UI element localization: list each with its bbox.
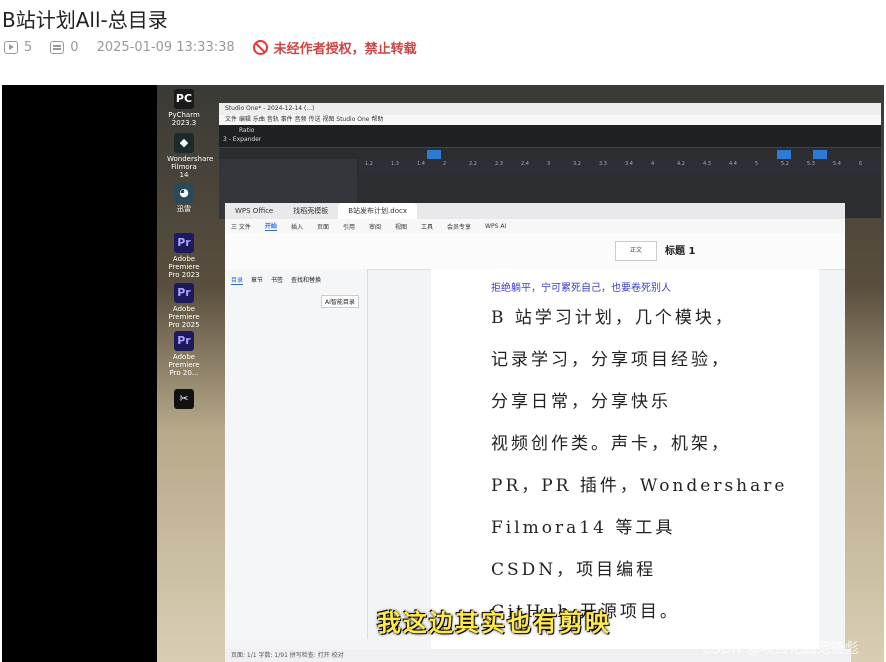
- ruler-mark: 3.2: [573, 161, 581, 167]
- capcut-icon: ✂: [174, 389, 194, 409]
- nav-tab[interactable]: 书签: [271, 275, 283, 285]
- wps-menu-item[interactable]: 视图: [395, 222, 407, 231]
- wps-menu-item[interactable]: 三 文件: [231, 222, 251, 231]
- desktop-shortcut-label: Adobe Premiere Pro 2025: [168, 305, 200, 329]
- ruler-mark: 6: [859, 161, 863, 167]
- ruler-mark: 3.3: [599, 161, 607, 167]
- premiere-icon: Pr: [174, 233, 194, 253]
- track-name: 3 - Expander: [223, 136, 262, 143]
- ruler-mark: 3.4: [625, 161, 633, 167]
- ruler-mark: 5.4: [833, 161, 841, 167]
- post-meta: 5 0 2025-01-09 13:33:38 未经作者授权，禁止转载: [4, 38, 417, 57]
- desktop-shortcut-label: 迅雷: [177, 205, 191, 213]
- ruler-mark: 2.4: [521, 161, 529, 167]
- ruler-mark: 5.3: [807, 161, 815, 167]
- desktop-shortcut[interactable]: Pr Adobe Premiere Pro 2025: [167, 283, 201, 329]
- desktop-screen: PC PyCharm 2023.3 ◆ Wondershare Filmora 14 ◕…: [157, 85, 884, 662]
- studio-control-bar: Ratio 3 - Expander: [219, 125, 881, 148]
- ruler-mark: 1.4: [417, 161, 425, 167]
- premiere-icon: Pr: [174, 283, 194, 303]
- desktop-shortcut-label: Wondershare Filmora 14: [167, 155, 214, 179]
- wps-tab[interactable]: B站发布计划.docx: [338, 203, 417, 219]
- ban-icon: [252, 40, 268, 55]
- style-normal[interactable]: 正文: [615, 241, 657, 261]
- wps-menu-item[interactable]: 工具: [421, 222, 433, 231]
- comment-count: 0: [70, 40, 79, 55]
- nav-tab[interactable]: 章节: [251, 275, 263, 285]
- desktop-shortcut-label: Adobe Premiere Pro 20...: [168, 353, 200, 377]
- nav-tabs: 目录 章节 书签 查找和替换: [225, 269, 367, 291]
- app-icon: ◕: [174, 183, 194, 203]
- ruler-mark: 1.3: [391, 161, 399, 167]
- comment-icon: [50, 41, 65, 54]
- ruler-mark: 2.3: [495, 161, 503, 167]
- ai-toc-button[interactable]: AI智能目录: [321, 295, 359, 308]
- desktop-shortcut[interactable]: ◆ Wondershare Filmora 14: [167, 133, 214, 179]
- video-player[interactable]: PC PyCharm 2023.3 ◆ Wondershare Filmora 14 ◕…: [2, 85, 884, 662]
- studio-title-bar: Studio One* - 2024-12-14 (...): [219, 103, 881, 115]
- studio-one-window: Studio One* - 2024-12-14 (...) 文件 编辑 乐曲 …: [219, 103, 881, 219]
- desktop-shortcut[interactable]: PC PyCharm 2023.3: [167, 89, 201, 127]
- desktop-shortcut[interactable]: ✂: [167, 389, 201, 411]
- view-count: 5: [24, 40, 33, 55]
- premiere-icon: Pr: [174, 331, 194, 351]
- desktop-shortcut[interactable]: ◕ 迅雷: [167, 183, 201, 213]
- wps-tab[interactable]: WPS Office: [225, 203, 283, 219]
- document-line: Filmora14 等工具: [491, 518, 676, 538]
- document-line: 分享日常，分享快乐: [491, 392, 671, 412]
- post-title: B站计划All-总目录: [2, 8, 168, 32]
- ruler-mark: 5: [755, 161, 759, 167]
- wps-window: WPS Office 找稻壳模板 B站发布计划.docx 三 文件 开始 插入 页面 引用 审…: [225, 203, 845, 662]
- wps-tab[interactable]: 找稻壳模板: [283, 203, 338, 219]
- nav-tab[interactable]: 查找和替换: [291, 275, 321, 285]
- document-page[interactable]: 拒绝躺平，宁可累死自己，也要卷死别人 B 站学习计划，几个模块， 记录学习，分享项…: [431, 269, 819, 649]
- ruler-mark: 3: [547, 161, 551, 167]
- ruler-mark: 2: [443, 161, 447, 167]
- wps-menu-item[interactable]: 引用: [343, 222, 355, 231]
- wps-menu-item[interactable]: 插入: [291, 222, 303, 231]
- wps-menu-item[interactable]: 审阅: [369, 222, 381, 231]
- wps-tab-bar: WPS Office 找稻壳模板 B站发布计划.docx: [225, 203, 845, 219]
- ruler-mark: 2.2: [469, 161, 477, 167]
- wps-menu-bar: 三 文件 开始 插入 页面 引用 审阅 视图 工具 会员专享 WPS AI: [225, 219, 845, 233]
- post-date: 2025-01-09 13:33:38: [96, 40, 235, 55]
- desktop-shortcut-label: Adobe Premiere Pro 2023: [168, 255, 200, 279]
- navigation-pane: 目录 章节 书签 查找和替换 AI智能目录: [225, 269, 368, 639]
- ruler-mark: 4.3: [703, 161, 711, 167]
- wps-ribbon: 正文 标题 1: [225, 233, 845, 270]
- ruler-mark: 5.2: [781, 161, 789, 167]
- motto-line: 拒绝躺平，宁可累死自己，也要卷死别人: [491, 283, 671, 294]
- ruler-mark: 4: [651, 161, 655, 167]
- document-line: CSDN，项目编程: [491, 560, 657, 580]
- desktop-shortcut-label: PyCharm 2023.3: [168, 111, 200, 127]
- preset-name: Ratio: [239, 127, 255, 134]
- ruler-mark: 1.2: [365, 161, 373, 167]
- video-subtitle: 我这边其实也有剪映: [377, 608, 611, 637]
- desktop-shortcut[interactable]: Pr Adobe Premiere Pro 20...: [167, 331, 201, 377]
- wps-menu-item[interactable]: 页面: [317, 222, 329, 231]
- timeline-ruler: 1.2 1.3 1.4 2 2.2 2.3 2.4 3 3.2 3.3 3.4 4 4.2 4.3 4.4 5…: [359, 159, 881, 173]
- ruler-mark: 4.2: [677, 161, 685, 167]
- wps-menu-item[interactable]: 会员专享: [447, 222, 471, 231]
- document-line: B 站学习计划，几个模块，: [491, 308, 735, 328]
- nav-tab[interactable]: 目录: [231, 275, 244, 285]
- pycharm-icon: PC: [174, 89, 194, 109]
- document-line: 记录学习，分享项目经验，: [491, 350, 731, 370]
- filmora-icon: ◆: [174, 133, 194, 153]
- wps-menu-item[interactable]: WPS AI: [485, 223, 506, 230]
- style-heading[interactable]: 标题 1: [665, 242, 695, 257]
- document-line: 视频创作类。声卡，机架，: [491, 434, 731, 454]
- copyright-notice: 未经作者授权，禁止转载: [273, 42, 417, 57]
- document-line: PR，PR 插件，Wondershare: [491, 476, 788, 496]
- ruler-mark: 4.4: [729, 161, 737, 167]
- desktop-shortcut[interactable]: Pr Adobe Premiere Pro 2023: [167, 233, 201, 279]
- wps-menu-item[interactable]: 开始: [264, 221, 277, 231]
- studio-menu-bar: 文件 编辑 乐曲 音轨 事件 音频 传送 视图 Studio One 帮助: [219, 115, 881, 125]
- csdn-watermark: CSDN @项目花园范德彪: [702, 641, 859, 657]
- play-icon: [4, 41, 18, 54]
